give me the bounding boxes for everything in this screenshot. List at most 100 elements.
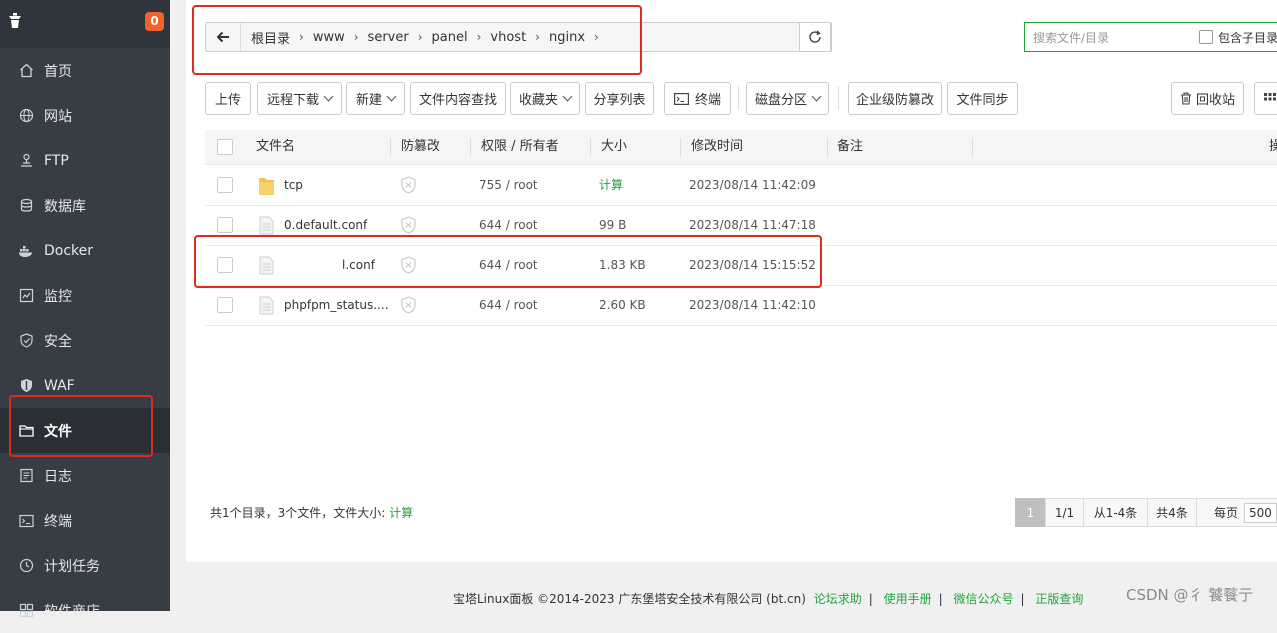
chevron-down-icon bbox=[386, 91, 397, 102]
refresh-icon bbox=[809, 30, 821, 43]
chevron-right-icon: › bbox=[535, 30, 540, 44]
clock-icon bbox=[18, 558, 34, 574]
sidebar-item-label: 监控 bbox=[44, 288, 72, 305]
sidebar-item-ftp[interactable]: FTP bbox=[0, 138, 170, 183]
row-checkbox[interactable] bbox=[217, 217, 233, 233]
breadcrumb-item[interactable]: nginx bbox=[549, 30, 585, 45]
table-row[interactable]: tcp 755 / root 计算 2023/08/14 11:42:09 bbox=[205, 165, 1277, 206]
disk-partition-button[interactable]: 磁盘分区 bbox=[746, 82, 829, 115]
share-list-button[interactable]: 分享列表 bbox=[585, 82, 654, 115]
table-row[interactable]: phpfpm_status.... 644 / root 2.60 KB 202… bbox=[205, 285, 1277, 326]
recycle-bin-button[interactable]: 回收站 bbox=[1171, 82, 1244, 115]
breadcrumb-item[interactable]: panel bbox=[432, 30, 468, 45]
refresh-button[interactable] bbox=[799, 22, 831, 52]
bt-logo-icon[interactable] bbox=[6, 12, 24, 30]
sidebar-item-terminal[interactable]: 终端 bbox=[0, 498, 170, 543]
new-button[interactable]: 新建 bbox=[346, 82, 405, 115]
table-header: 文件名 防篡改 权限 / 所有者 大小 修改时间 备注 操 bbox=[205, 130, 1277, 165]
sidebar-item-security[interactable]: 安全 bbox=[0, 318, 170, 363]
row-checkbox[interactable] bbox=[217, 177, 233, 193]
search-input[interactable]: 搜索文件/目录 包含子目录 bbox=[1024, 22, 1277, 52]
enterprise-tamper-button[interactable]: 企业级防篡改 bbox=[848, 82, 942, 115]
sidebar-item-home[interactable]: 首页 bbox=[0, 48, 170, 93]
manual-link[interactable]: 使用手册 bbox=[884, 592, 932, 606]
file-permission[interactable]: 644 / root bbox=[479, 205, 538, 245]
file-size: 2.60 KB bbox=[599, 298, 646, 312]
page-size-selector[interactable]: 每页 500 bbox=[1196, 498, 1277, 527]
breadcrumb-item[interactable]: 根目录 bbox=[251, 28, 290, 47]
database-icon bbox=[18, 198, 34, 214]
chevron-right-icon: › bbox=[476, 30, 482, 44]
file-permission[interactable]: 644 / root bbox=[479, 245, 538, 285]
column-header-permission[interactable]: 权限 / 所有者 bbox=[481, 130, 559, 164]
footer: 宝塔Linux面板 ©2014-2023 广东堡塔安全技术有限公司 (bt.cn… bbox=[186, 562, 1277, 611]
breadcrumb-item[interactable]: vhost bbox=[490, 30, 526, 45]
sidebar-item-waf[interactable]: WAF bbox=[0, 363, 170, 408]
ftp-icon bbox=[18, 153, 34, 169]
row-checkbox[interactable] bbox=[217, 297, 233, 313]
row-checkbox[interactable] bbox=[217, 257, 233, 273]
column-header-mtime[interactable]: 修改时间 bbox=[691, 130, 743, 164]
table-row[interactable]: 0.default.conf 644 / root 99 B 2023/08/1… bbox=[205, 205, 1277, 246]
home-icon bbox=[18, 63, 34, 79]
page-size-label: 每页 bbox=[1214, 506, 1239, 520]
sidebar-item-cron[interactable]: 计划任务 bbox=[0, 543, 170, 588]
file-icon bbox=[259, 216, 274, 235]
file-name[interactable]: tcp bbox=[284, 165, 303, 205]
file-permission[interactable]: 755 / root bbox=[479, 165, 538, 205]
upload-button[interactable]: 上传 bbox=[205, 82, 251, 115]
tamper-shield-icon[interactable] bbox=[400, 256, 417, 274]
tamper-shield-icon[interactable] bbox=[400, 296, 417, 314]
search-placeholder[interactable]: 搜索文件/目录 bbox=[1033, 29, 1199, 46]
forum-link[interactable]: 论坛求助 bbox=[814, 592, 862, 606]
copyright: 宝塔Linux面板 ©2014-2023 广东堡塔安全技术有限公司 (bt.cn… bbox=[453, 592, 1084, 606]
summary-label: 共1个目录，3个文件，文件大小: bbox=[210, 506, 386, 520]
file-name[interactable]: phpfpm_status.... bbox=[284, 285, 389, 325]
back-button[interactable] bbox=[206, 23, 241, 51]
copyright-text: 宝塔Linux面板 ©2014-2023 广东堡塔安全技术有限公司 (bt.cn… bbox=[453, 592, 806, 606]
sidebar-item-label: 网站 bbox=[44, 108, 72, 125]
file-sync-button[interactable]: 文件同步 bbox=[947, 82, 1018, 115]
sidebar-item-logs[interactable]: 日志 bbox=[0, 453, 170, 498]
file-name[interactable]: 0.default.conf bbox=[284, 205, 367, 245]
content-search-button[interactable]: 文件内容查找 bbox=[410, 82, 506, 115]
monitor-icon bbox=[18, 288, 34, 304]
docker-icon bbox=[18, 243, 34, 259]
column-header-size[interactable]: 大小 bbox=[601, 130, 627, 164]
grid-icon bbox=[1264, 92, 1276, 100]
include-subdir-checkbox[interactable] bbox=[1198, 30, 1213, 44]
sidebar-item-label: 日志 bbox=[44, 468, 72, 485]
file-permission[interactable]: 644 / root bbox=[479, 285, 538, 325]
chevron-right-icon: › bbox=[299, 30, 304, 44]
file-name[interactable]: l.conf bbox=[342, 245, 375, 285]
column-header-name[interactable]: 文件名 bbox=[256, 130, 295, 164]
grid-view-button[interactable] bbox=[1254, 82, 1277, 115]
wechat-link[interactable]: 微信公众号 bbox=[954, 592, 1014, 606]
select-all-checkbox[interactable] bbox=[217, 139, 233, 155]
sidebar-item-label: 计划任务 bbox=[44, 558, 100, 575]
notification-badge[interactable]: 0 bbox=[145, 12, 164, 31]
summary-calc-link[interactable]: 计算 bbox=[389, 506, 413, 520]
file-size-calc[interactable]: 计算 bbox=[599, 165, 623, 205]
page-range: 从1-4条 bbox=[1083, 498, 1148, 527]
breadcrumb-item[interactable]: www bbox=[313, 30, 345, 45]
path-bar[interactable]: 根目录 › www › server › panel › vhost › nginx › bbox=[205, 22, 832, 52]
folder-icon bbox=[18, 423, 34, 439]
sidebar-item-website[interactable]: 网站 bbox=[0, 93, 170, 138]
file-size: 99 B bbox=[599, 218, 627, 232]
sidebar-item-docker[interactable]: Docker bbox=[0, 228, 170, 273]
sidebar-item-database[interactable]: 数据库 bbox=[0, 183, 170, 228]
license-link[interactable]: 正版查询 bbox=[1035, 592, 1083, 606]
favorites-button[interactable]: 收藏夹 bbox=[510, 82, 580, 115]
tamper-shield-icon[interactable] bbox=[400, 176, 417, 194]
tamper-shield-icon[interactable] bbox=[400, 216, 417, 234]
breadcrumb-item[interactable]: server bbox=[368, 30, 409, 45]
page-current[interactable]: 1 bbox=[1015, 498, 1046, 527]
terminal-icon bbox=[673, 92, 689, 105]
remote-download-button[interactable]: 远程下载 bbox=[257, 82, 342, 115]
page-size-value[interactable]: 500 bbox=[1244, 502, 1277, 523]
sidebar-item-monitor[interactable]: 监控 bbox=[0, 273, 170, 318]
sidebar-item-files[interactable]: 文件 bbox=[0, 408, 170, 453]
terminal-button[interactable]: 终端 bbox=[664, 82, 731, 115]
table-row[interactable]: l.conf 644 / root 1.83 KB 2023/08/14 15:… bbox=[205, 245, 1277, 286]
